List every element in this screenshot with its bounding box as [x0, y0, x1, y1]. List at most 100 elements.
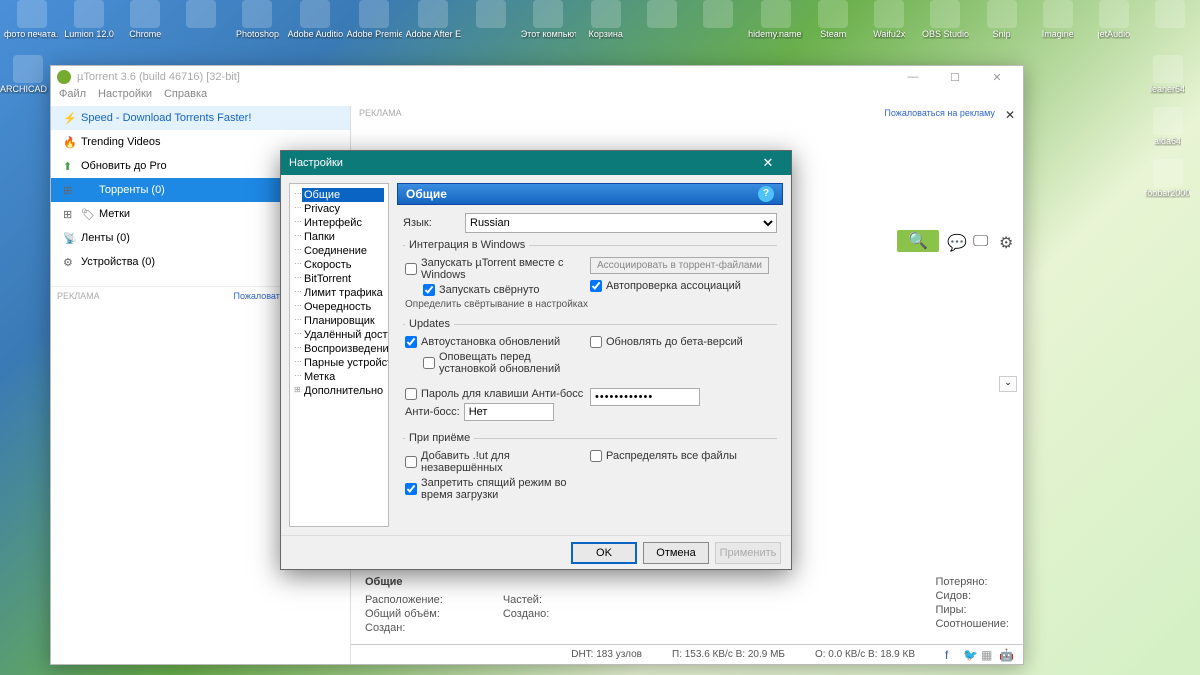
desktop-icon[interactable]: Imagine — [1032, 0, 1084, 52]
settings-tree: ОбщиеPrivacyИнтерфейсПапкиСоединениеСкор… — [289, 183, 389, 527]
desktop-icon[interactable]: Photoshop — [231, 0, 283, 52]
desktop-icon[interactable]: ARCHICAD 21 — [0, 55, 55, 107]
tree-item-соединение[interactable]: Соединение — [302, 244, 384, 258]
chk-bosskey[interactable] — [405, 388, 417, 400]
chk-notify[interactable] — [423, 357, 435, 369]
ok-button[interactable]: OK — [571, 542, 637, 564]
dialog-close-button[interactable]: ✕ — [753, 152, 783, 174]
desktop-icon[interactable]: Snip — [976, 0, 1028, 52]
upgrade-icon: ⬆ — [63, 160, 75, 172]
tree-item-дополнительно[interactable]: Дополнительно — [302, 384, 384, 398]
app-icon[interactable]: ▦ — [981, 648, 995, 662]
tree-item-общие[interactable]: Общие — [302, 188, 384, 202]
titlebar[interactable]: µTorrent 3.6 (build 46716) [32-bit] — ☐ … — [51, 66, 1023, 88]
dialog-titlebar[interactable]: Настройки ✕ — [281, 151, 791, 175]
android-icon[interactable]: 🤖 — [999, 648, 1013, 662]
menu-help[interactable]: Справка — [164, 88, 207, 106]
status-out: О: 0.0 КВ/с В: 18.9 КВ — [815, 649, 915, 660]
tree-item-очередность[interactable]: Очередность — [302, 300, 384, 314]
desktop-icons-right: leaner64aida64foobar2000 — [1140, 55, 1200, 211]
desktop-icon[interactable]: фото печата... — [4, 0, 59, 52]
chk-autoassoc[interactable] — [590, 280, 602, 292]
bolt-icon: ⚡ — [63, 112, 75, 124]
associate-button: Ассоциировать в торрент-файлами — [590, 257, 769, 274]
tree-item-интерфейс[interactable]: Интерфейс — [302, 216, 384, 230]
plus-icon: ⊞ — [63, 208, 75, 220]
rss-icon: 📡 — [63, 232, 75, 244]
fieldset-windows: Интеграция в Windows Запускать µTorrent … — [403, 239, 777, 312]
chk-startup[interactable] — [405, 263, 417, 275]
ad-complain-top[interactable]: Пожаловаться на рекламу — [884, 108, 995, 124]
tree-item-планировщик[interactable]: Планировщик — [302, 314, 384, 328]
ad-close-icon[interactable]: ✕ — [1005, 108, 1015, 124]
desktop-icon[interactable]: aida64 — [1140, 107, 1195, 159]
desktop-icon[interactable]: Adobe Premiere P... — [347, 0, 402, 52]
desktop-icon[interactable]: hidemy.name VPN 2.0 — [748, 0, 803, 52]
minimize-note: Определить свёртывание в настройках — [405, 299, 590, 310]
desktop-icon[interactable]: Adobe Audition — [288, 0, 343, 52]
menu-settings[interactable]: Настройки — [98, 88, 152, 106]
tree-item-удалённый доступ[interactable]: Удалённый доступ — [302, 328, 384, 342]
minimize-button[interactable]: — — [893, 67, 933, 87]
chk-autoupdate[interactable] — [405, 336, 417, 348]
desktop-icon[interactable]: leaner64 — [1140, 55, 1195, 107]
desktop-icon[interactable]: Steam — [807, 0, 859, 52]
settings-icon[interactable]: ⚙ — [999, 233, 1015, 249]
desktop-icon[interactable] — [1144, 0, 1196, 52]
desktop-icon[interactable]: OBS Studio — [919, 0, 971, 52]
chk-ut[interactable] — [405, 456, 417, 468]
settings-panel-header: Общие ? — [397, 183, 783, 205]
desktop-icon[interactable]: jetAudio — [1088, 0, 1140, 52]
desktop-icon[interactable]: Lumion 12.0 — [63, 0, 115, 52]
tree-item-метка[interactable]: Метка — [302, 370, 384, 384]
desktop-icon[interactable]: Waifu2x — [863, 0, 915, 52]
tree-item-privacy[interactable]: Privacy — [302, 202, 384, 216]
chk-prealloc[interactable] — [590, 450, 602, 462]
tree-item-bittorrent[interactable]: BitTorrent — [302, 272, 384, 286]
maximize-button[interactable]: ☐ — [935, 67, 975, 87]
desktop-icon[interactable]: foobar2000 — [1140, 159, 1195, 211]
tree-item-лимит трафика[interactable]: Лимит трафика — [302, 286, 384, 300]
bosskey-password[interactable] — [590, 388, 700, 406]
download-icon: ↓ — [81, 184, 93, 196]
utorrent-icon — [57, 70, 71, 84]
desktop-icons-top: фото печата...Lumion 12.0Chrome Photoshop… — [0, 0, 1200, 55]
dialog-footer: OK Отмена Применить — [281, 535, 791, 569]
apply-button[interactable]: Применить — [715, 542, 781, 564]
desktop-icon[interactable]: Этот компьютер — [521, 0, 576, 52]
chk-beta[interactable] — [590, 336, 602, 348]
tree-item-папки[interactable]: Папки — [302, 230, 384, 244]
gear-icon: ⚙ — [63, 256, 75, 268]
desktop-icon[interactable] — [175, 0, 227, 52]
statusbar: DHT: 183 узлов П: 153.6 КВ/с В: 20.9 МБ … — [351, 644, 1023, 664]
bosskey-input[interactable] — [464, 403, 554, 421]
columns-dropdown[interactable]: ⌄ — [999, 376, 1017, 392]
desktop-icon[interactable] — [692, 0, 744, 52]
menubar: Файл Настройки Справка — [51, 88, 1023, 106]
close-button[interactable]: ✕ — [977, 67, 1017, 87]
menu-file[interactable]: Файл — [59, 88, 86, 106]
desktop-icon[interactable]: Chrome — [119, 0, 171, 52]
tree-item-воспроизведение[interactable]: Воспроизведение — [302, 342, 384, 356]
help-icon[interactable]: ? — [758, 186, 774, 202]
desktop-icon[interactable]: Adobe After Effects 2020 — [406, 0, 461, 52]
sidebar-speed[interactable]: ⚡Speed - Download Torrents Faster! — [51, 106, 350, 130]
tree-item-скорость[interactable]: Скорость — [302, 258, 384, 272]
search-button[interactable]: 🔍 — [897, 230, 939, 252]
fieldset-add: При приёме Добавить .!ut для незавершённ… — [403, 432, 777, 506]
top-ad-bar: РЕКЛАМА Пожаловаться на рекламу ✕ — [351, 106, 1023, 126]
chk-minimized[interactable] — [423, 284, 435, 296]
fieldset-updates: Updates Автоустановка обновлений Оповеща… — [403, 318, 777, 426]
chk-sleep[interactable] — [405, 483, 417, 495]
status-dht: DHT: 183 узлов — [571, 649, 642, 660]
desktop-icon[interactable]: Корзина — [580, 0, 632, 52]
desktop-icon[interactable] — [636, 0, 688, 52]
tree-item-парные устройства[interactable]: Парные устройства — [302, 356, 384, 370]
language-select[interactable]: Russian — [465, 213, 777, 233]
twitter-icon[interactable]: 🐦 — [963, 648, 977, 662]
remote-icon[interactable]: 🖵 — [973, 233, 989, 249]
facebook-icon[interactable]: f — [945, 648, 959, 662]
desktop-icon[interactable] — [465, 0, 517, 52]
cancel-button[interactable]: Отмена — [643, 542, 709, 564]
chat-icon[interactable]: 💬 — [947, 233, 963, 249]
